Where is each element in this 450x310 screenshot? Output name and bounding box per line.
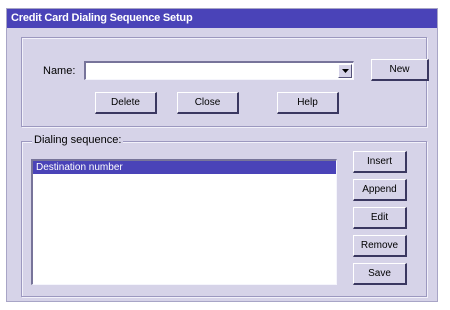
name-combobox[interactable]	[84, 61, 354, 80]
edit-button[interactable]: Edit	[353, 207, 407, 229]
insert-button[interactable]: Insert	[353, 151, 407, 173]
close-button[interactable]: Close	[177, 92, 239, 114]
chevron-down-icon	[342, 69, 349, 73]
save-button[interactable]: Save	[353, 263, 407, 285]
dropdown-button[interactable]	[338, 64, 352, 78]
title-bar: Credit Card Dialing Sequence Setup	[7, 9, 437, 28]
help-button[interactable]: Help	[277, 92, 339, 114]
sequence-list[interactable]: Destination number	[31, 159, 337, 285]
name-label: Name:	[43, 65, 76, 77]
append-button[interactable]: Append	[353, 179, 407, 201]
name-value	[86, 64, 89, 76]
dialog-window: Credit Card Dialing Sequence Setup Name:…	[6, 8, 438, 302]
list-item[interactable]: Destination number	[33, 161, 336, 174]
delete-button[interactable]: Delete	[95, 92, 157, 114]
new-button[interactable]: New	[371, 59, 429, 81]
remove-button[interactable]: Remove	[353, 235, 407, 257]
dialing-sequence-legend: Dialing sequence:	[32, 134, 124, 146]
